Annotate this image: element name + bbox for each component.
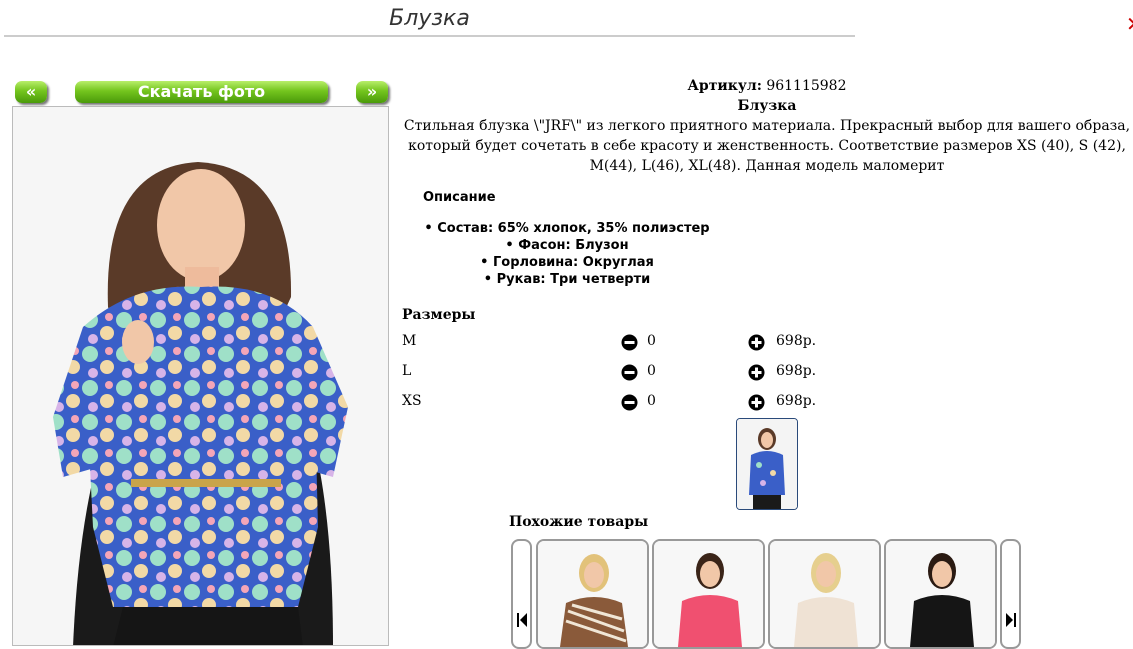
page-title: Блузка	[389, 6, 470, 31]
similar-product-image	[886, 541, 995, 647]
similar-product-card[interactable]	[884, 539, 997, 649]
product-name: Блузка	[737, 98, 797, 114]
next-photo-button[interactable]: »	[356, 81, 388, 103]
prev-photo-button[interactable]: «	[15, 81, 47, 103]
similar-product-card[interactable]	[768, 539, 881, 649]
product-photo	[12, 106, 389, 646]
size-label: L	[402, 363, 412, 379]
size-qty: 0	[647, 333, 656, 349]
feature-item: • Горловина: Округлая	[480, 255, 654, 270]
skip-next-icon	[1006, 613, 1016, 627]
features-heading: Описание	[423, 190, 496, 205]
carousel-next-button[interactable]	[1000, 539, 1021, 649]
carousel-prev-button[interactable]	[511, 539, 532, 649]
close-icon[interactable]: ✕	[1126, 12, 1133, 34]
feature-item: • Рукав: Три четверти	[483, 272, 651, 287]
similar-product-image	[538, 541, 647, 647]
similar-heading: Похожие товары	[509, 514, 649, 530]
size-label: XS	[402, 393, 422, 409]
size-row: XS 0 698р.	[402, 393, 822, 413]
similar-product-card[interactable]	[652, 539, 765, 649]
title-divider	[4, 35, 855, 37]
product-description: Стильная блузка \"JRF\" из легкого прият…	[403, 118, 1131, 174]
size-price: 698р.	[776, 393, 817, 409]
download-photo-button[interactable]: Скачать фото	[75, 81, 328, 103]
minus-icon[interactable]	[621, 394, 638, 411]
size-row: M 0 698р.	[402, 333, 822, 353]
article-label: Артикул:	[687, 78, 762, 94]
features-list: • Состав: 65% хлопок, 35% полиэстер • Фа…	[402, 220, 732, 288]
minus-icon[interactable]	[621, 334, 638, 351]
size-label: M	[402, 333, 417, 349]
similar-product-card[interactable]	[536, 539, 649, 649]
thumbnail-image	[737, 419, 797, 509]
product-photo-image	[13, 107, 388, 645]
size-qty: 0	[647, 363, 656, 379]
size-qty: 0	[647, 393, 656, 409]
similar-product-image	[654, 541, 763, 647]
minus-icon[interactable]	[621, 364, 638, 381]
size-price: 698р.	[776, 363, 817, 379]
size-row: L 0 698р.	[402, 363, 822, 383]
plus-icon[interactable]	[748, 334, 765, 351]
plus-icon[interactable]	[748, 364, 765, 381]
size-price: 698р.	[776, 333, 817, 349]
feature-item: • Фасон: Блузон	[505, 238, 629, 253]
product-info: Артикул: 961115982 Блузка	[402, 76, 1132, 116]
similar-product-image	[770, 541, 879, 647]
skip-prev-icon	[517, 613, 527, 627]
plus-icon[interactable]	[748, 394, 765, 411]
photo-thumbnail[interactable]	[736, 418, 798, 510]
article-value: 961115982	[766, 78, 847, 94]
feature-item: • Состав: 65% хлопок, 35% полиэстер	[424, 221, 710, 236]
sizes-heading: Размеры	[402, 307, 476, 323]
